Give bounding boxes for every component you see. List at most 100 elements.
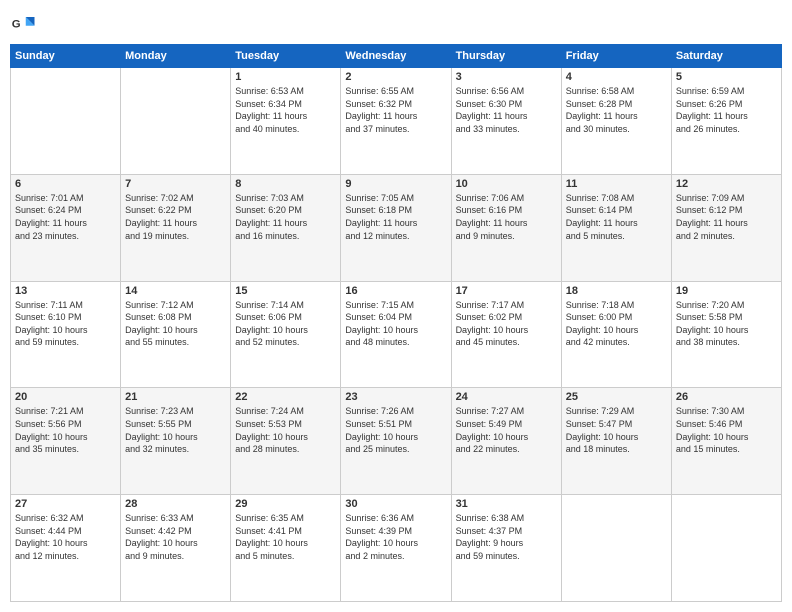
cell-content: Sunrise: 7:17 AM Sunset: 6:02 PM Dayligh… — [456, 299, 557, 349]
day-number: 18 — [566, 285, 667, 297]
calendar: SundayMondayTuesdayWednesdayThursdayFrid… — [10, 44, 782, 602]
day-number: 31 — [456, 498, 557, 510]
cell-content: Sunrise: 7:14 AM Sunset: 6:06 PM Dayligh… — [235, 299, 336, 349]
cell-content: Sunrise: 7:27 AM Sunset: 5:49 PM Dayligh… — [456, 405, 557, 455]
calendar-cell: 19Sunrise: 7:20 AM Sunset: 5:58 PM Dayli… — [671, 281, 781, 388]
day-number: 4 — [566, 71, 667, 83]
day-number: 8 — [235, 178, 336, 190]
day-number: 20 — [15, 391, 116, 403]
cell-content: Sunrise: 7:26 AM Sunset: 5:51 PM Dayligh… — [345, 405, 446, 455]
calendar-cell: 31 Sunrise: 6:38 AM Sunset: 4:37 PM Dayli… — [451, 495, 561, 602]
logo: G — [10, 10, 42, 38]
day-number: 11 — [566, 178, 667, 190]
calendar-cell: 28 Sunrise: 6:33 AM Sunset: 4:42 PM Dayli… — [121, 495, 231, 602]
day-number: 27 — [15, 498, 116, 510]
cell-content: Sunrise: 7:30 AM Sunset: 5:46 PM Dayligh… — [676, 405, 777, 455]
calendar-cell: 8 Sunrise: 7:03 AM Sunset: 6:20 PM Daylig… — [231, 174, 341, 281]
cell-content: Sunrise: 7:02 AM Sunset: 6:22 PM Dayligh… — [125, 192, 226, 242]
cell-content: Sunrise: 7:23 AM Sunset: 5:55 PM Dayligh… — [125, 405, 226, 455]
calendar-cell: 16 Sunrise: 7:15 AM Sunset: 6:04 PM Dayli… — [341, 281, 451, 388]
day-number: 21 — [125, 391, 226, 403]
cell-content: Sunrise: 6:33 AM Sunset: 4:42 PM Dayligh… — [125, 512, 226, 562]
calendar-cell: 5 Sunrise: 6:59 AM Sunset: 6:26 PM Daylig… — [671, 68, 781, 175]
calendar-week-row: 1 Sunrise: 6:53 AM Sunset: 6:34 PM Daylig… — [11, 68, 782, 175]
calendar-cell: 29Sunrise: 6:35 AM Sunset: 4:41 PM Dayli… — [231, 495, 341, 602]
day-number: 26 — [676, 391, 777, 403]
cell-content: Sunrise: 6:55 AM Sunset: 6:32 PM Dayligh… — [345, 85, 446, 135]
calendar-cell: 13Sunrise: 7:11 AM Sunset: 6:10 PM Dayli… — [11, 281, 121, 388]
calendar-cell: 21 Sunrise: 7:23 AM Sunset: 5:55 PM Dayli… — [121, 388, 231, 495]
calendar-cell: 12 Sunrise: 7:09 AM Sunset: 6:12 PM Dayli… — [671, 174, 781, 281]
calendar-cell: 27Sunrise: 6:32 AM Sunset: 4:44 PM Dayli… — [11, 495, 121, 602]
cell-content: Sunrise: 7:29 AM Sunset: 5:47 PM Dayligh… — [566, 405, 667, 455]
cell-content: Sunrise: 7:15 AM Sunset: 6:04 PM Dayligh… — [345, 299, 446, 349]
calendar-cell — [121, 68, 231, 175]
cell-content: Sunrise: 6:53 AM Sunset: 6:34 PM Dayligh… — [235, 85, 336, 135]
day-number: 1 — [235, 71, 336, 83]
calendar-cell: 6 Sunrise: 7:01 AM Sunset: 6:24 PM Daylig… — [11, 174, 121, 281]
weekday-header-tuesday: Tuesday — [231, 45, 341, 68]
day-number: 6 — [15, 178, 116, 190]
cell-content: Sunrise: 7:08 AM Sunset: 6:14 PM Dayligh… — [566, 192, 667, 242]
weekday-header-monday: Monday — [121, 45, 231, 68]
cell-content: Sunrise: 6:59 AM Sunset: 6:26 PM Dayligh… — [676, 85, 777, 135]
calendar-cell: 2 Sunrise: 6:55 AM Sunset: 6:32 PM Daylig… — [341, 68, 451, 175]
cell-content: Sunrise: 7:01 AM Sunset: 6:24 PM Dayligh… — [15, 192, 116, 242]
calendar-cell: 18 Sunrise: 7:18 AM Sunset: 6:00 PM Dayli… — [561, 281, 671, 388]
day-number: 23 — [345, 391, 446, 403]
calendar-cell: 14Sunrise: 7:12 AM Sunset: 6:08 PM Dayli… — [121, 281, 231, 388]
page-header: G — [10, 10, 782, 38]
calendar-cell: 25 Sunrise: 7:29 AM Sunset: 5:47 PM Dayli… — [561, 388, 671, 495]
calendar-cell: 26 Sunrise: 7:30 AM Sunset: 5:46 PM Dayli… — [671, 388, 781, 495]
weekday-header-thursday: Thursday — [451, 45, 561, 68]
calendar-cell: 9Sunrise: 7:05 AM Sunset: 6:18 PM Daylig… — [341, 174, 451, 281]
day-number: 25 — [566, 391, 667, 403]
cell-content: Sunrise: 6:38 AM Sunset: 4:37 PM Dayligh… — [456, 512, 557, 562]
day-number: 29 — [235, 498, 336, 510]
day-number: 28 — [125, 498, 226, 510]
calendar-week-row: 20 Sunrise: 7:21 AM Sunset: 5:56 PM Dayli… — [11, 388, 782, 495]
calendar-cell: 4 Sunrise: 6:58 AM Sunset: 6:28 PM Daylig… — [561, 68, 671, 175]
day-number: 13 — [15, 285, 116, 297]
day-number: 17 — [456, 285, 557, 297]
calendar-cell: 22 Sunrise: 7:24 AM Sunset: 5:53 PM Dayli… — [231, 388, 341, 495]
cell-content: Sunrise: 7:09 AM Sunset: 6:12 PM Dayligh… — [676, 192, 777, 242]
calendar-cell — [11, 68, 121, 175]
calendar-week-row: 27Sunrise: 6:32 AM Sunset: 4:44 PM Dayli… — [11, 495, 782, 602]
day-number: 2 — [345, 71, 446, 83]
day-number: 5 — [676, 71, 777, 83]
calendar-cell: 30 Sunrise: 6:36 AM Sunset: 4:39 PM Dayli… — [341, 495, 451, 602]
calendar-cell: 20 Sunrise: 7:21 AM Sunset: 5:56 PM Dayli… — [11, 388, 121, 495]
svg-text:G: G — [12, 19, 21, 31]
calendar-cell: 11 Sunrise: 7:08 AM Sunset: 6:14 PM Dayli… — [561, 174, 671, 281]
cell-content: Sunrise: 7:24 AM Sunset: 5:53 PM Dayligh… — [235, 405, 336, 455]
calendar-cell: 24Sunrise: 7:27 AM Sunset: 5:49 PM Dayli… — [451, 388, 561, 495]
weekday-header-wednesday: Wednesday — [341, 45, 451, 68]
logo-icon: G — [10, 10, 38, 38]
cell-content: Sunrise: 6:36 AM Sunset: 4:39 PM Dayligh… — [345, 512, 446, 562]
day-number: 30 — [345, 498, 446, 510]
day-number: 22 — [235, 391, 336, 403]
day-number: 19 — [676, 285, 777, 297]
calendar-cell: 23 Sunrise: 7:26 AM Sunset: 5:51 PM Dayli… — [341, 388, 451, 495]
calendar-cell — [671, 495, 781, 602]
calendar-cell: 15 Sunrise: 7:14 AM Sunset: 6:06 PM Dayli… — [231, 281, 341, 388]
day-number: 10 — [456, 178, 557, 190]
cell-content: Sunrise: 7:18 AM Sunset: 6:00 PM Dayligh… — [566, 299, 667, 349]
cell-content: Sunrise: 7:05 AM Sunset: 6:18 PM Dayligh… — [345, 192, 446, 242]
day-number: 15 — [235, 285, 336, 297]
calendar-cell: 7 Sunrise: 7:02 AM Sunset: 6:22 PM Daylig… — [121, 174, 231, 281]
cell-content: Sunrise: 6:58 AM Sunset: 6:28 PM Dayligh… — [566, 85, 667, 135]
day-number: 12 — [676, 178, 777, 190]
day-number: 16 — [345, 285, 446, 297]
cell-content: Sunrise: 7:03 AM Sunset: 6:20 PM Dayligh… — [235, 192, 336, 242]
day-number: 7 — [125, 178, 226, 190]
weekday-header-friday: Friday — [561, 45, 671, 68]
weekday-header-saturday: Saturday — [671, 45, 781, 68]
day-number: 14 — [125, 285, 226, 297]
weekday-header-sunday: Sunday — [11, 45, 121, 68]
calendar-week-row: 13Sunrise: 7:11 AM Sunset: 6:10 PM Dayli… — [11, 281, 782, 388]
cell-content: Sunrise: 7:21 AM Sunset: 5:56 PM Dayligh… — [15, 405, 116, 455]
cell-content: Sunrise: 7:06 AM Sunset: 6:16 PM Dayligh… — [456, 192, 557, 242]
calendar-cell: 3Sunrise: 6:56 AM Sunset: 6:30 PM Daylig… — [451, 68, 561, 175]
